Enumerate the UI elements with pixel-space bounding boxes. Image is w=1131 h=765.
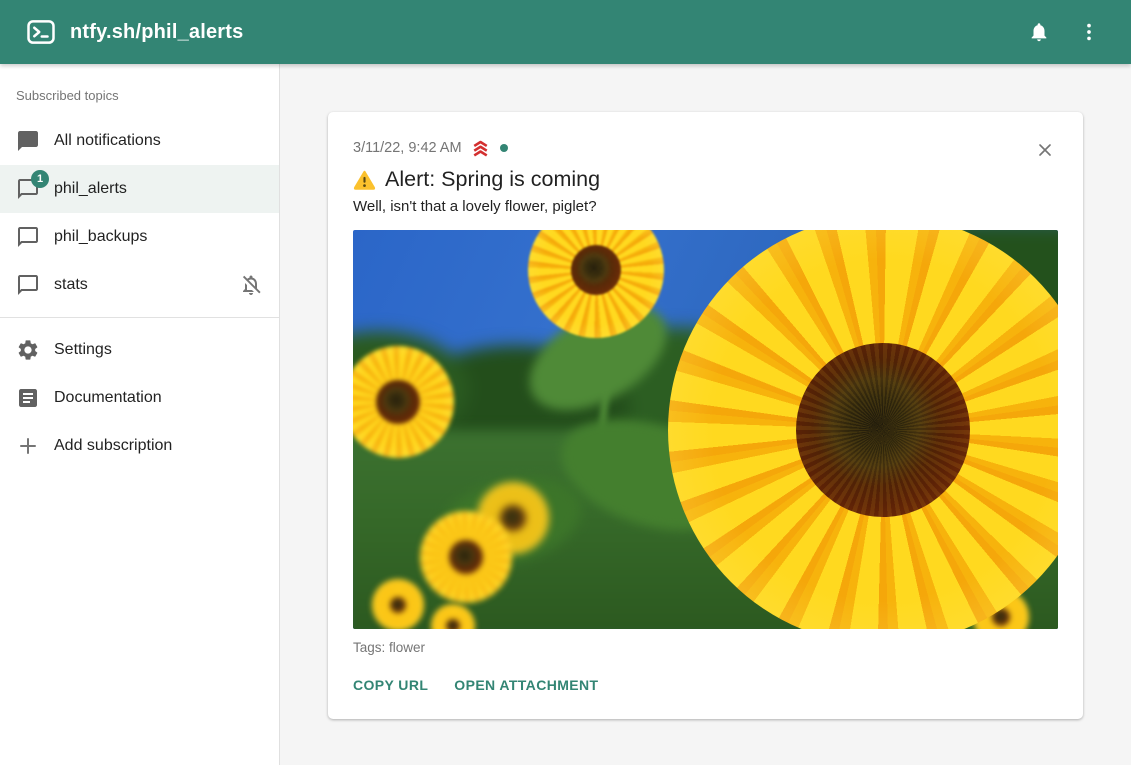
sidebar-item-phil-backups[interactable]: phil_backups [0, 213, 279, 261]
article-icon [16, 386, 40, 410]
plus-icon [16, 434, 40, 458]
notification-timestamp: 3/11/22, 9:42 AM [353, 140, 462, 156]
page-title: ntfy.sh/phil_alerts [70, 21, 243, 44]
open-attachment-button[interactable]: OPEN ATTACHMENT [454, 671, 598, 699]
chat-bubble-outline-icon: 1 [16, 177, 40, 201]
unread-count-badge: 1 [31, 170, 49, 188]
unread-dot [500, 144, 508, 152]
sunflower-small [420, 511, 512, 603]
notification-title: Alert: Spring is coming [353, 167, 1058, 192]
sidebar-item-settings[interactable]: Settings [0, 326, 279, 374]
sidebar-item-label: All notifications [54, 132, 161, 150]
warning-triangle-icon [353, 169, 376, 191]
sidebar-item-label: Documentation [54, 389, 162, 407]
sidebar-item-label: Add subscription [54, 437, 172, 455]
terminal-logo-icon [26, 17, 56, 47]
sidebar-item-phil-alerts[interactable]: 1 phil_alerts [0, 165, 279, 213]
notifications-off-icon [239, 273, 263, 297]
chat-bubble-outline-icon [16, 225, 40, 249]
sidebar-item-label: stats [54, 276, 88, 294]
sunflower-small [372, 579, 424, 629]
notification-card: 3/11/22, 9:42 AM Alert: Spring is coming [328, 112, 1083, 719]
sunflower-large [668, 230, 1058, 629]
notification-tags: Tags: flower [353, 640, 1058, 655]
close-icon [1035, 140, 1055, 160]
sidebar-item-label: Settings [54, 341, 112, 359]
subscribed-topics-header: Subscribed topics [0, 84, 279, 117]
sidebar: Subscribed topics All notifications 1 ph… [0, 64, 280, 765]
attachment-image[interactable] [353, 230, 1058, 629]
notification-message: Well, isn't that a lovely flower, piglet… [353, 198, 1058, 215]
sidebar-item-stats[interactable]: stats [0, 261, 279, 309]
notification-title-text: Alert: Spring is coming [385, 167, 600, 192]
sidebar-item-add-subscription[interactable]: Add subscription [0, 422, 279, 470]
sidebar-divider [0, 317, 279, 318]
overflow-menu-icon[interactable] [1067, 10, 1111, 54]
priority-high-icon [470, 138, 491, 158]
app-bar: ntfy.sh/phil_alerts [0, 0, 1131, 64]
sidebar-item-label: phil_alerts [54, 180, 127, 198]
chat-bubble-outline-icon [16, 273, 40, 297]
sidebar-item-all-notifications[interactable]: All notifications [0, 117, 279, 165]
chat-bubble-filled-icon [16, 129, 40, 153]
notification-meta-row: 3/11/22, 9:42 AM [353, 138, 1058, 158]
copy-url-button[interactable]: COPY URL [353, 671, 428, 699]
sidebar-item-label: phil_backups [54, 228, 147, 246]
main-content: 3/11/22, 9:42 AM Alert: Spring is coming [280, 64, 1131, 765]
sidebar-item-documentation[interactable]: Documentation [0, 374, 279, 422]
notification-actions: COPY URL OPEN ATTACHMENT [353, 671, 1058, 699]
gear-icon [16, 338, 40, 362]
notifications-bell-icon[interactable] [1017, 10, 1061, 54]
close-notification-button[interactable] [1029, 134, 1061, 166]
